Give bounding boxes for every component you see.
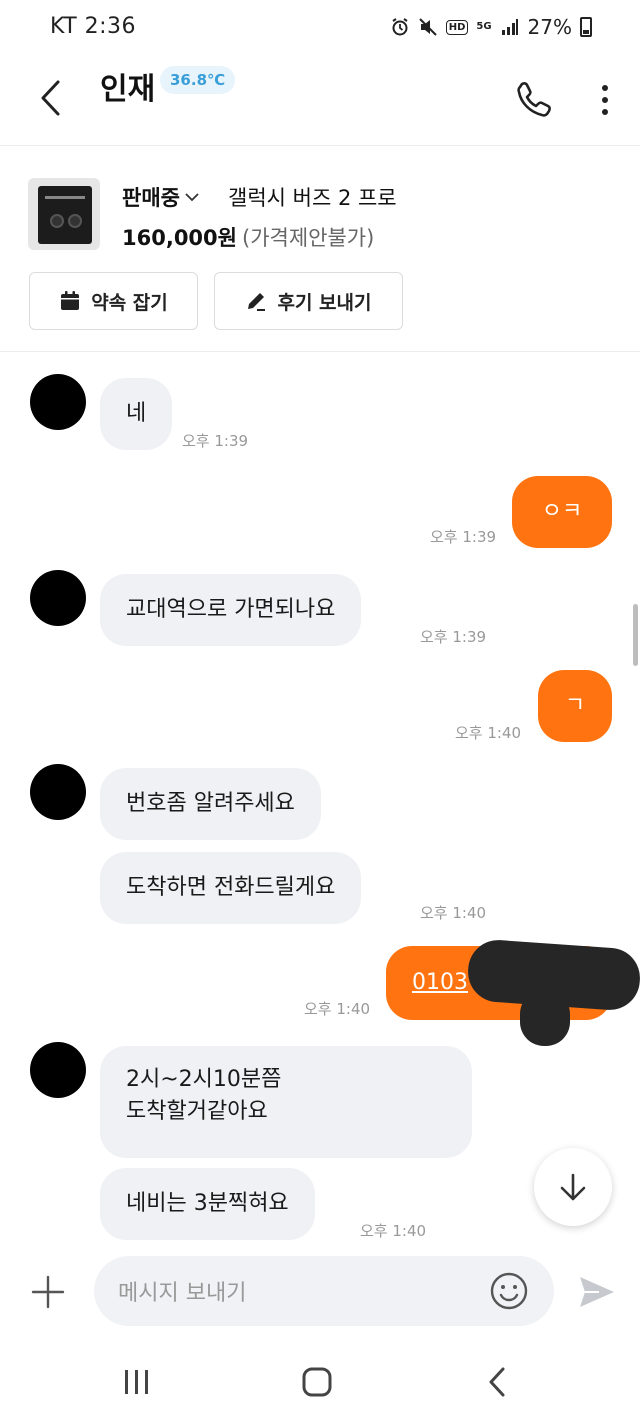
- redaction-mark: [520, 990, 570, 1046]
- message-bubble-incoming[interactable]: 교대역으로 가면되나요: [100, 574, 362, 646]
- system-back-button[interactable]: [472, 1362, 522, 1402]
- phone-number-link[interactable]: 0103: [412, 967, 468, 999]
- product-card: 판매중 갤럭시 버즈 2 프로 160,000원 (가격제안불가) 약속 잡기 …: [0, 146, 640, 352]
- message-time: 오후 1:39: [420, 628, 487, 646]
- recent-apps-button[interactable]: [112, 1362, 162, 1402]
- alarm-icon: [390, 17, 410, 37]
- scrollbar[interactable]: [633, 604, 638, 666]
- more-vertical-icon: [602, 85, 608, 115]
- send-icon: [580, 1277, 614, 1307]
- back-button[interactable]: [30, 76, 70, 120]
- message-time: 오후 1:39: [182, 432, 249, 450]
- home-icon: [302, 1367, 332, 1397]
- sale-status-label: 판매중: [122, 186, 180, 210]
- message-bubble-outgoing[interactable]: ㄱ: [538, 670, 612, 742]
- message-bubble-incoming[interactable]: 번호좀 알려주세요: [100, 768, 321, 840]
- message-bubble-incoming[interactable]: 도착하면 전화드릴게요: [100, 852, 362, 924]
- status-bar: KT 2:36 HD 5G 27%: [0, 0, 640, 56]
- message-time: 오후 1:40: [455, 724, 522, 742]
- mute-icon: [418, 17, 438, 37]
- avatar[interactable]: [30, 570, 86, 626]
- make-appointment-label: 약속 잡기: [91, 291, 168, 314]
- send-button[interactable]: [576, 1272, 618, 1312]
- scroll-to-bottom-button[interactable]: [534, 1148, 612, 1226]
- signal-icon: [500, 17, 520, 37]
- message-time: 오후 1:40: [304, 1000, 371, 1018]
- pencil-icon: [248, 293, 266, 311]
- status-icons: HD 5G 27%: [390, 15, 592, 39]
- message-bubble-outgoing[interactable]: ㅇㅋ: [512, 476, 612, 548]
- hd-voice-icon: HD: [445, 19, 469, 35]
- make-appointment-button[interactable]: 약속 잡기: [29, 272, 198, 330]
- arrow-down-icon: [560, 1173, 586, 1201]
- chat-partner-name[interactable]: 인재: [100, 64, 155, 108]
- send-review-label: 후기 보내기: [277, 291, 372, 314]
- manner-temperature-badge[interactable]: 36.8℃: [160, 66, 236, 94]
- message-time: 오후 1:40: [360, 1222, 427, 1240]
- message-input[interactable]: 메시지 보내기: [94, 1256, 554, 1326]
- more-options-button[interactable]: [590, 78, 620, 122]
- emoji-button[interactable]: [488, 1270, 530, 1312]
- recent-apps-icon: [125, 1370, 148, 1394]
- battery-percent: 27%: [527, 15, 572, 39]
- avatar[interactable]: [30, 374, 86, 430]
- calendar-icon: [61, 291, 80, 310]
- carrier-time: KT 2:36: [50, 14, 137, 39]
- chevron-left-icon: [41, 80, 60, 116]
- back-arrow-icon: [489, 1367, 505, 1397]
- chat-header: 인재 36.8℃: [0, 56, 640, 146]
- message-bubble-incoming[interactable]: 2시~2시10분쯤 도착할거같아요: [100, 1046, 472, 1158]
- message-time: 오후 1:39: [430, 528, 497, 546]
- plus-icon: [31, 1275, 65, 1309]
- price-note: (가격제안불가): [242, 226, 375, 250]
- call-button[interactable]: [510, 76, 556, 122]
- message-bubble-incoming[interactable]: 네: [100, 378, 173, 450]
- product-name[interactable]: 갤럭시 버즈 2 프로: [228, 182, 397, 212]
- message-time: 오후 1:40: [420, 904, 487, 922]
- sale-status-dropdown[interactable]: 판매중: [122, 182, 200, 212]
- chevron-down-icon: [185, 193, 199, 202]
- product-price: 160,000원: [122, 226, 237, 250]
- home-button[interactable]: [292, 1362, 342, 1402]
- battery-icon: [580, 17, 592, 37]
- smiley-icon: [490, 1272, 528, 1310]
- attach-button[interactable]: [28, 1272, 68, 1312]
- message-bubble-incoming[interactable]: 네비는 3분찍혀요: [100, 1168, 315, 1240]
- avatar[interactable]: [30, 1042, 86, 1098]
- system-nav-bar: [0, 1346, 640, 1422]
- avatar[interactable]: [30, 764, 86, 820]
- network-type-icon: 5G: [476, 21, 492, 32]
- phone-icon: [517, 82, 551, 117]
- product-thumbnail[interactable]: [28, 178, 100, 250]
- send-review-button[interactable]: 후기 보내기: [214, 272, 403, 330]
